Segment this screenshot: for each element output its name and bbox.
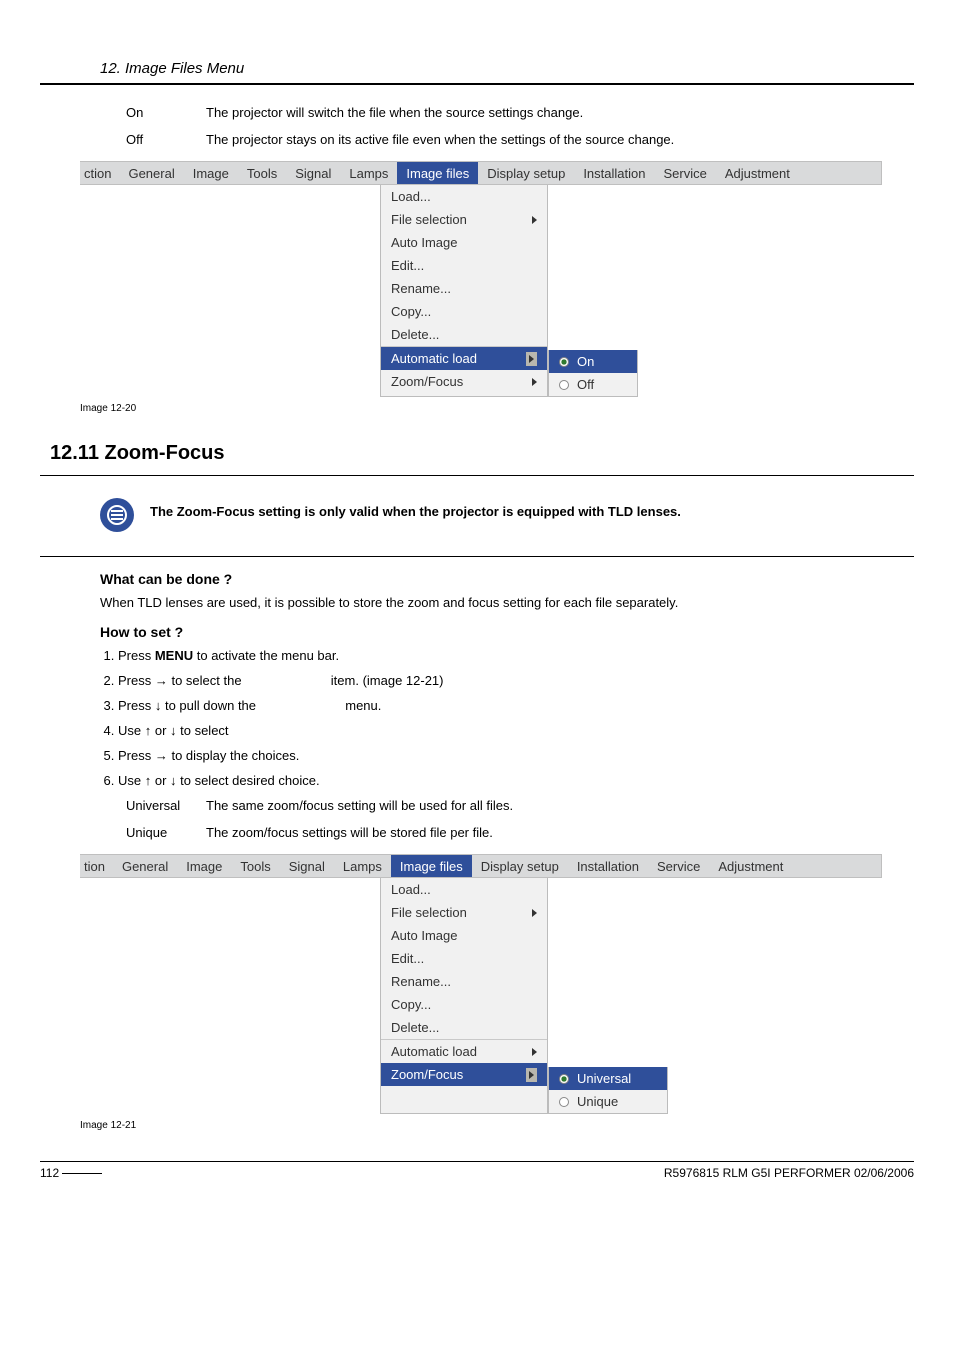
menubar-item: Display setup [478, 166, 574, 181]
note-text: The Zoom-Focus setting is only valid whe… [150, 498, 914, 519]
def-on-val: The projector will switch the file when … [206, 105, 914, 120]
subhead-what: What can be done ? [100, 571, 914, 587]
submenu-2: Universal Unique [548, 1067, 668, 1114]
menubar-item: Lamps [340, 166, 397, 181]
dropdown-1: Load... File selection Auto Image Edit..… [380, 185, 548, 397]
menubar-item: Tools [231, 859, 279, 874]
submenu-item-highlight: Universal [549, 1067, 667, 1090]
image-caption: Image 12-20 [80, 403, 882, 414]
step-item: Press → to select the item. (image 12-21… [118, 673, 914, 688]
radio-off-icon [559, 1097, 569, 1107]
dropdown-item: File selection [381, 208, 547, 231]
note-rule [40, 556, 914, 557]
menubar-1: ction General Image Tools Signal Lamps I… [80, 161, 882, 185]
doc-id: R5976815 RLM G5I PERFORMER 02/06/2006 [664, 1166, 914, 1180]
dropdown-item: Delete... [381, 1016, 547, 1039]
chevron-right-icon [529, 1071, 534, 1079]
radio-on-icon [559, 357, 569, 367]
subhead-how: How to set ? [100, 624, 914, 640]
screenshot-12-20: ction General Image Tools Signal Lamps I… [80, 161, 882, 414]
menubar-item: Installation [568, 859, 648, 874]
submenu-item: Off [549, 373, 637, 396]
menubar-item: General [113, 859, 177, 874]
submenu-1: On Off [548, 350, 638, 397]
radio-off-icon [559, 380, 569, 390]
menubar-item: Adjustment [709, 859, 792, 874]
page-section-header: 12. Image Files Menu [100, 60, 244, 77]
page-footer: 112 R5976815 RLM G5I PERFORMER 02/06/200… [40, 1161, 914, 1180]
dropdown-item: Delete... [381, 323, 547, 346]
note-icon [100, 498, 134, 532]
dropdown-item: Edit... [381, 254, 547, 277]
menubar-2: tion General Image Tools Signal Lamps Im… [80, 854, 882, 878]
section-rule [40, 475, 914, 476]
def-universal-key: Universal [126, 798, 206, 813]
steps-list: Press MENU to activate the menu bar. Pre… [118, 648, 914, 788]
dropdown-item: Copy... [381, 993, 547, 1016]
menubar-trunc: tion [82, 859, 113, 874]
dropdown-item: Zoom/Focus [381, 370, 547, 393]
submenu-item-highlight: On [549, 350, 637, 373]
chevron-right-icon [532, 378, 537, 386]
dropdown-2: Load... File selection Auto Image Edit..… [380, 878, 548, 1114]
menubar-item: Service [654, 166, 715, 181]
menubar-item: Tools [238, 166, 286, 181]
image-caption: Image 12-21 [80, 1120, 882, 1131]
dropdown-item: File selection [381, 901, 547, 924]
radio-on-icon [559, 1074, 569, 1084]
def-on-key: On [126, 105, 206, 120]
chevron-right-icon [532, 909, 537, 917]
def-unique-val: The zoom/focus settings will be stored f… [206, 825, 914, 840]
note-box: The Zoom-Focus setting is only valid whe… [100, 488, 914, 552]
step-item: Use ↑ or ↓ to select desired choice. [118, 773, 914, 788]
step-item: Press MENU to activate the menu bar. [118, 648, 914, 663]
dropdown-item: Auto Image [381, 924, 547, 947]
dropdown-item: Copy... [381, 300, 547, 323]
menubar-item: Adjustment [716, 166, 799, 181]
chevron-right-icon [532, 216, 537, 224]
dropdown-item-highlight: Automatic load [381, 346, 547, 370]
dropdown-item: Rename... [381, 277, 547, 300]
def-off-key: Off [126, 132, 206, 147]
dropdown-item: Load... [381, 878, 547, 901]
menubar-item: Signal [286, 166, 340, 181]
menubar-item: Image [184, 166, 238, 181]
section-title: 12.11 Zoom-Focus [50, 442, 914, 465]
screenshot-12-21: tion General Image Tools Signal Lamps Im… [80, 854, 882, 1131]
menubar-item: General [119, 166, 183, 181]
menubar-item: Display setup [472, 859, 568, 874]
page-number: 112 [40, 1166, 108, 1180]
menubar-trunc: ction [82, 166, 119, 181]
step-item: Use ↑ or ↓ to select [118, 723, 914, 738]
menubar-item-active: Image files [391, 855, 472, 877]
def-unique-key: Unique [126, 825, 206, 840]
dropdown-item: Automatic load [381, 1039, 547, 1063]
dropdown-item: Rename... [381, 970, 547, 993]
menubar-item: Service [648, 859, 709, 874]
dropdown-item-highlight: Zoom/Focus [381, 1063, 547, 1086]
step-item: Press → to display the choices. [118, 748, 914, 763]
dropdown-item: Edit... [381, 947, 547, 970]
what-body: When TLD lenses are used, it is possible… [100, 595, 914, 610]
submenu-item: Unique [549, 1090, 667, 1113]
chevron-right-icon [532, 1048, 537, 1056]
menubar-item: Image [177, 859, 231, 874]
menubar-item: Signal [280, 859, 334, 874]
menubar-item: Lamps [334, 859, 391, 874]
def-universal-val: The same zoom/focus setting will be used… [206, 798, 914, 813]
menubar-item: Installation [574, 166, 654, 181]
header-rule [40, 83, 914, 85]
dropdown-item: Auto Image [381, 231, 547, 254]
onoff-definitions: On The projector will switch the file wh… [126, 105, 914, 147]
dropdown-item: Load... [381, 185, 547, 208]
chevron-right-icon [529, 355, 534, 363]
menubar-item-active: Image files [397, 162, 478, 184]
def-off-val: The projector stays on its active file e… [206, 132, 914, 147]
step-item: Press ↓ to pull down the menu. [118, 698, 914, 713]
